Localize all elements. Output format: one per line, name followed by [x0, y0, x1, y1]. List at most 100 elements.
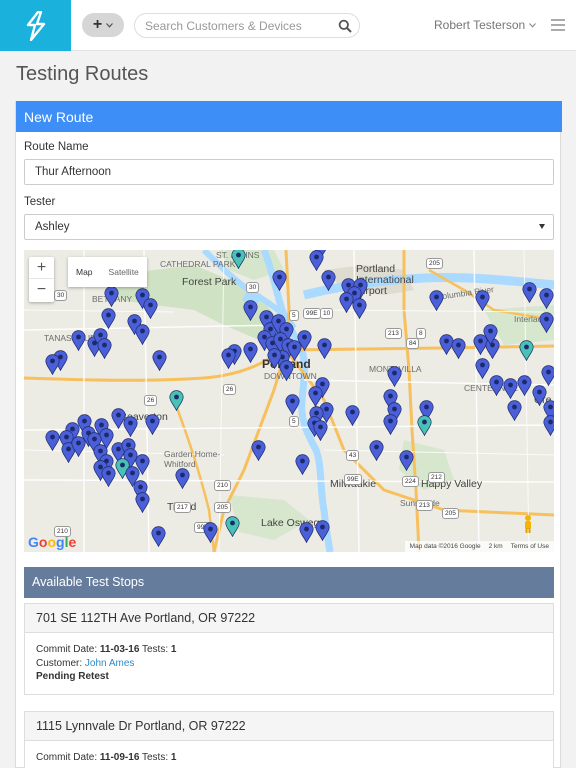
map-pin-icon[interactable] [45, 430, 60, 451]
map-pin-icon[interactable] [541, 365, 554, 386]
map-pin-icon[interactable] [309, 250, 324, 271]
map-pin-icon[interactable] [489, 375, 504, 396]
map-pin-icon[interactable] [97, 338, 112, 359]
google-logo: Google [28, 534, 77, 550]
commit-date-label: Commit Date: [36, 644, 98, 655]
map-zoom-control: + − [29, 257, 54, 302]
map-pin-icon[interactable] [543, 415, 554, 436]
route-name-label: Route Name [24, 141, 89, 153]
map-pin-icon[interactable] [507, 400, 522, 421]
route-map[interactable]: ST. JOHNS CATHEDRAL PARK Forest Park Por… [24, 250, 554, 552]
map-pin-icon[interactable] [539, 312, 554, 333]
map-pin-icon[interactable] [203, 522, 218, 543]
search-input[interactable] [135, 14, 325, 37]
user-name: Robert Testerson [434, 18, 526, 32]
map-pin-icon[interactable] [143, 298, 158, 319]
map-label-cathedral-park: CATHEDRAL PARK [160, 259, 236, 269]
hamburger-menu-icon[interactable] [551, 19, 565, 31]
map-pin-icon[interactable] [522, 282, 537, 303]
tests-value: 1 [170, 644, 177, 655]
add-new-button[interactable]: + [82, 13, 124, 37]
highway-shield: 205 [426, 258, 443, 269]
map-pin-icon[interactable] [383, 414, 398, 435]
map-pin-icon[interactable] [145, 414, 160, 435]
map-pin-icon[interactable] [475, 290, 490, 311]
map-pin-icon[interactable] [387, 366, 402, 387]
user-menu[interactable]: Robert Testerson [434, 18, 537, 32]
map-pin-icon[interactable] [101, 466, 116, 487]
map-pin-icon[interactable] [175, 468, 190, 489]
map-type-satellite-button[interactable]: Satellite [101, 257, 147, 287]
map-pin-icon[interactable] [417, 415, 432, 436]
map-pin-icon[interactable] [399, 450, 414, 471]
app-logo[interactable] [0, 0, 71, 51]
map-pin-icon[interactable] [135, 454, 150, 475]
search-icon[interactable] [338, 19, 352, 33]
map-type-map-button[interactable]: Map [68, 257, 101, 287]
customer-link[interactable]: John Ames [85, 658, 134, 669]
map-pin-icon[interactable] [251, 440, 266, 461]
map-pin-icon[interactable] [519, 340, 534, 361]
map-pin-icon[interactable] [267, 348, 282, 369]
map-pin-icon[interactable] [517, 375, 532, 396]
map-pin-icon[interactable] [272, 270, 287, 291]
logo-icon [26, 10, 45, 41]
map-pin-icon[interactable] [313, 420, 328, 441]
map-pin-icon[interactable] [285, 394, 300, 415]
map-pin-icon[interactable] [225, 516, 240, 537]
stop-details: Commit Date: 11-09-16 Tests: 1 [25, 741, 553, 768]
commit-date-value: 11-09-16 [99, 752, 140, 763]
map-pin-icon[interactable] [151, 526, 166, 547]
map-data-text: Map data ©2016 Google [409, 543, 481, 550]
map-pin-icon[interactable] [483, 324, 498, 345]
map-pin-icon[interactable] [71, 330, 86, 351]
map-pin-icon[interactable] [135, 324, 150, 345]
map-pin-icon[interactable] [451, 338, 466, 359]
map-pin-icon[interactable] [243, 300, 258, 321]
map-pin-icon[interactable] [429, 290, 444, 311]
zoom-in-button[interactable]: + [29, 257, 54, 279]
map-pin-icon[interactable] [503, 378, 518, 399]
map-pin-icon[interactable] [295, 454, 310, 475]
highway-shield: 205 [214, 502, 231, 513]
map-scale-text: 2 km [488, 543, 503, 550]
map-pin-icon[interactable] [315, 520, 330, 541]
highway-shield: 26 [223, 384, 237, 395]
zoom-out-button[interactable]: − [29, 279, 54, 301]
card-title: New Route [16, 101, 562, 132]
highway-shield: 43 [346, 450, 360, 461]
map-pin-icon[interactable] [101, 308, 116, 329]
route-name-input[interactable] [24, 159, 554, 185]
stop-address: 701 SE 112TH Ave Portland, OR 97222 [25, 604, 553, 633]
map-pin-icon[interactable] [169, 390, 184, 411]
map-pin-icon[interactable] [475, 358, 490, 379]
map-pin-icon[interactable] [243, 342, 258, 363]
highway-shield: 212 [428, 472, 445, 483]
tester-select[interactable]: Ashley [24, 214, 554, 240]
map-terms-link[interactable]: Terms of Use [511, 543, 549, 550]
map-pin-icon[interactable] [321, 270, 336, 291]
map-pin-icon[interactable] [297, 330, 312, 351]
highway-shield: 5 [289, 310, 299, 321]
commit-date-value: 11-03-16 [99, 644, 140, 655]
map-pin-icon[interactable] [221, 348, 236, 369]
map-pin-icon[interactable] [317, 338, 332, 359]
map-pin-icon[interactable] [345, 405, 360, 426]
map-pin-icon[interactable] [123, 416, 138, 437]
map-pin-icon[interactable] [135, 492, 150, 513]
stop-card[interactable]: 701 SE 112TH Ave Portland, OR 97222 Comm… [24, 603, 554, 695]
map-pin-icon[interactable] [104, 286, 119, 307]
map-pin-icon[interactable] [152, 350, 167, 371]
pegman-icon[interactable] [520, 514, 536, 534]
top-navbar: + Robert Testerson [0, 0, 576, 51]
map-pin-icon[interactable] [45, 354, 60, 375]
map-pin-icon[interactable] [539, 288, 554, 309]
map-pin-icon[interactable] [231, 250, 246, 269]
map-attribution: Map data ©2016 Google 2 km Terms of Use [404, 541, 554, 552]
highway-shield: 217 [174, 502, 191, 513]
map-pin-icon[interactable] [369, 440, 384, 461]
map-pin-icon[interactable] [352, 298, 367, 319]
stop-card[interactable]: 1115 Lynnvale Dr Portland, OR 97222 Comm… [24, 711, 554, 768]
map-pin-icon[interactable] [299, 522, 314, 543]
map-pin-icon[interactable] [71, 436, 86, 457]
